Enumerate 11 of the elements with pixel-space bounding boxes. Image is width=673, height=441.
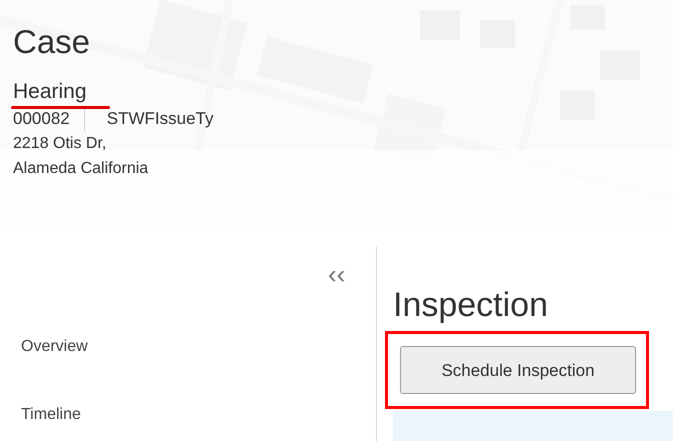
section-title: Inspection xyxy=(393,287,548,324)
collapse-button[interactable]: ‹‹ xyxy=(328,261,346,287)
address-line: Alameda California xyxy=(13,160,148,178)
address-line: 2218 Otis Dr, xyxy=(13,134,106,152)
schedule-inspection-button[interactable]: Schedule Inspection xyxy=(400,346,636,394)
nav-item[interactable]: Timeline xyxy=(21,403,81,427)
issue-type: STWFIssueTy xyxy=(106,109,214,130)
nav-item[interactable]: Overview xyxy=(21,335,88,359)
page-title: Case xyxy=(13,22,90,62)
status-label: Hearing xyxy=(13,80,87,103)
case-number: 000082 xyxy=(13,109,70,130)
